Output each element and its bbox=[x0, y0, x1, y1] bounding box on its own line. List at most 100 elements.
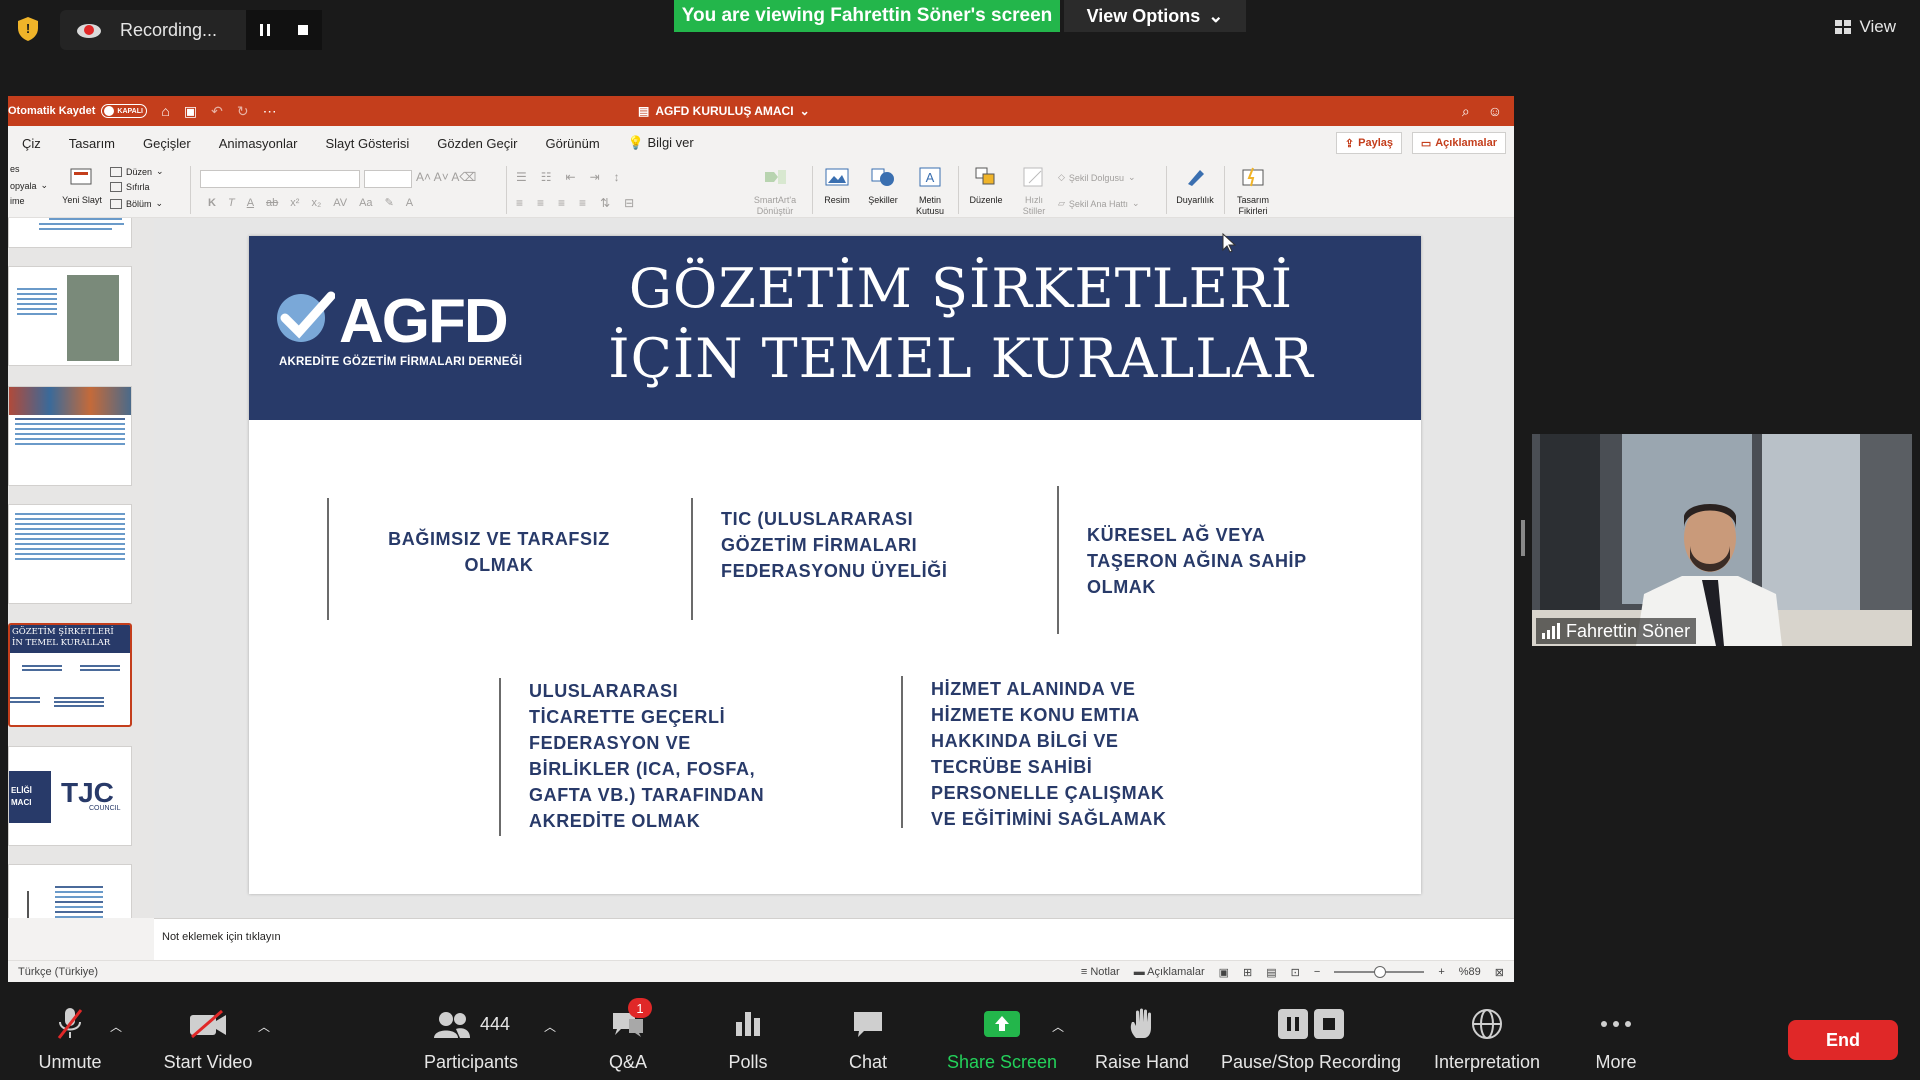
indent-icon[interactable]: ⇤ bbox=[566, 170, 576, 184]
align-center-icon[interactable]: ≡ bbox=[537, 196, 544, 210]
fit-to-window-icon[interactable]: ⊠ bbox=[1495, 966, 1504, 979]
interpretation-button[interactable]: Interpretation bbox=[1424, 1004, 1550, 1073]
normal-view-icon[interactable]: ▣ bbox=[1219, 966, 1229, 979]
slide-thumbnail[interactable]: ELİĞİ MACI TJC COUNCIL bbox=[8, 746, 132, 846]
tab-review[interactable]: Gözden Geçir bbox=[423, 136, 531, 151]
shape-fill-button[interactable]: ◇ Şekil Dolgusu ⌄ bbox=[1058, 172, 1136, 183]
home-icon[interactable]: ⌂ bbox=[161, 103, 169, 120]
numbering-icon[interactable]: ☷ bbox=[541, 170, 552, 184]
document-title[interactable]: ▤ AGFD KURULUŞ AMACI ⌄ bbox=[638, 96, 810, 126]
subscript-icon[interactable]: x₂ bbox=[311, 197, 321, 209]
justify-icon[interactable]: ≡ bbox=[579, 196, 586, 210]
end-meeting-button[interactable]: End bbox=[1788, 1020, 1898, 1060]
case-icon[interactable]: Aa bbox=[359, 197, 372, 209]
chat-button[interactable]: Chat bbox=[838, 1004, 898, 1073]
rule-item-4[interactable]: ULUSLARARASI TİCARETTE GEÇERLİ FEDERASYO… bbox=[529, 678, 829, 834]
copy-button[interactable]: opyala ⌄ bbox=[10, 180, 48, 191]
tab-slideshow[interactable]: Slayt Gösterisi bbox=[311, 136, 423, 151]
share-options-caret-icon[interactable]: ︿ bbox=[1052, 1018, 1064, 1035]
autosave-control[interactable]: Otomatik Kaydet KAPALI bbox=[8, 104, 148, 118]
slideshow-icon[interactable]: ⊡ bbox=[1291, 966, 1300, 979]
view-button[interactable]: View bbox=[1823, 10, 1908, 44]
slide-thumbnail[interactable] bbox=[8, 504, 132, 604]
underline-icon[interactable]: A bbox=[247, 197, 254, 209]
rule-item-1[interactable]: BAĞIMSIZ VE TARAFSIZ OLMAK bbox=[349, 526, 649, 578]
smartart-button[interactable]: SmartArt'a Dönüştür bbox=[744, 166, 806, 217]
new-slide-button[interactable]: Yeni Slayt bbox=[60, 166, 104, 206]
slide-sorter-icon[interactable]: ⊞ bbox=[1243, 966, 1252, 979]
design-ideas-button[interactable]: Tasarım Fikirleri bbox=[1230, 166, 1276, 217]
picture-button[interactable]: Resim bbox=[818, 166, 856, 206]
polls-button[interactable]: Polls bbox=[718, 1004, 778, 1073]
participants-caret-icon[interactable]: ︿ bbox=[544, 1018, 556, 1035]
italic-icon[interactable]: T bbox=[228, 197, 235, 209]
more-button[interactable]: More bbox=[1586, 1004, 1646, 1073]
zoom-in-icon[interactable]: + bbox=[1438, 966, 1444, 978]
video-options-caret-icon[interactable]: ︿ bbox=[258, 1018, 270, 1035]
tab-view[interactable]: Görünüm bbox=[531, 136, 613, 151]
char-spacing-icon[interactable]: AV bbox=[333, 197, 347, 209]
outdent-icon[interactable]: ⇥ bbox=[590, 170, 600, 184]
unmute-button[interactable]: Unmute bbox=[30, 1004, 110, 1073]
tab-help[interactable]: 💡 Bilgi ver bbox=[614, 135, 708, 151]
comments-toggle[interactable]: ▬ Açıklamalar bbox=[1134, 966, 1205, 978]
slide-thumbnail[interactable] bbox=[8, 386, 132, 486]
search-icon[interactable]: ⌕ bbox=[1462, 103, 1470, 120]
stop-recording-button[interactable] bbox=[284, 10, 322, 50]
audio-options-caret-icon[interactable]: ︿ bbox=[110, 1018, 122, 1035]
undo-icon[interactable]: ↶ bbox=[211, 103, 223, 120]
rule-item-5[interactable]: HİZMET ALANINDA VE HİZMETE KONU EMTIA HA… bbox=[931, 676, 1251, 832]
superscript-icon[interactable]: x² bbox=[290, 197, 299, 209]
align-text-icon[interactable]: ⊟ bbox=[624, 196, 634, 210]
shape-outline-button[interactable]: ▱ Şekil Ana Hattı ⌄ bbox=[1058, 198, 1140, 209]
notes-pane[interactable]: Not eklemek için tıklayın bbox=[154, 918, 1514, 960]
quick-styles-button[interactable]: Hızlı Stiller bbox=[1014, 166, 1054, 217]
raise-hand-button[interactable]: Raise Hand bbox=[1090, 1004, 1194, 1073]
strikethrough-icon[interactable]: ab bbox=[266, 197, 278, 209]
view-options-button[interactable]: View Options ⌄ bbox=[1064, 0, 1246, 32]
tab-draw[interactable]: Çiz bbox=[8, 136, 55, 151]
redo-icon[interactable]: ↻ bbox=[237, 103, 249, 120]
format-painter-button[interactable]: ime bbox=[10, 196, 25, 206]
share-button[interactable]: ⇪ Paylaş bbox=[1335, 132, 1402, 154]
font-name-select[interactable] bbox=[200, 170, 360, 188]
slide-thumbnail-selected[interactable]: GÖZETİM ŞİRKETLERİ İN TEMEL KURALLAR bbox=[8, 623, 132, 727]
font-color-icon[interactable]: A bbox=[406, 197, 413, 209]
participants-button[interactable]: 444 Participants bbox=[416, 1004, 526, 1073]
reading-view-icon[interactable]: ▤ bbox=[1266, 966, 1276, 979]
text-direction-icon[interactable]: ⇅ bbox=[600, 196, 610, 210]
more-icon[interactable]: ⋯ bbox=[263, 103, 277, 120]
line-spacing-icon[interactable]: ↕ bbox=[614, 170, 620, 184]
rule-item-3[interactable]: KÜRESEL AĞ VEYA TAŞERON AĞINA SAHİP OLMA… bbox=[1087, 522, 1387, 600]
slide-thumbnail[interactable] bbox=[8, 218, 132, 248]
bold-icon[interactable]: K bbox=[208, 197, 216, 209]
slide-thumbnail[interactable] bbox=[8, 266, 132, 366]
slide-canvas[interactable]: AGFD AKREDİTE GÖZETİM FİRMALARI DERNEĞİ … bbox=[154, 218, 1514, 918]
tab-transitions[interactable]: Geçişler bbox=[129, 136, 205, 151]
bullets-icon[interactable]: ☰ bbox=[516, 170, 527, 184]
align-right-icon[interactable]: ≡ bbox=[558, 196, 565, 210]
sensitivity-button[interactable]: Duyarlılık bbox=[1172, 166, 1218, 206]
slide-title[interactable]: GÖZETİM ŞİRKETLERİ İÇİN TEMEL KURALLAR bbox=[531, 254, 1391, 394]
layout-button[interactable]: Düzen ⌄ bbox=[110, 166, 164, 177]
start-video-button[interactable]: Start Video bbox=[156, 1004, 260, 1073]
font-grow-icon[interactable]: A˄ A˅ A⌫ bbox=[416, 170, 476, 184]
language-indicator[interactable]: Türkçe (Türkiye) bbox=[18, 966, 98, 978]
section-button[interactable]: Bölüm ⌄ bbox=[110, 198, 163, 209]
comments-button[interactable]: ▭ Açıklamalar bbox=[1411, 132, 1506, 154]
autosave-toggle[interactable]: KAPALI bbox=[101, 104, 148, 118]
zoom-slider[interactable] bbox=[1334, 966, 1425, 978]
shield-icon[interactable]: ! bbox=[16, 16, 40, 42]
resize-handle[interactable] bbox=[1521, 520, 1525, 556]
save-icon[interactable]: ▣ bbox=[184, 103, 197, 120]
reset-button[interactable]: Sıfırla bbox=[110, 182, 150, 192]
share-screen-button[interactable]: Share Screen bbox=[944, 1004, 1060, 1073]
font-size-select[interactable] bbox=[364, 170, 412, 188]
highlight-icon[interactable]: ✎ bbox=[385, 196, 394, 209]
rule-item-2[interactable]: TIC (ULUSLARARASI GÖZETİM FİRMALARI FEDE… bbox=[721, 506, 1021, 584]
slide-thumbnail[interactable]: TJC bbox=[8, 864, 132, 918]
notes-toggle[interactable]: ≡ Notlar bbox=[1081, 966, 1120, 978]
zoom-out-icon[interactable]: − bbox=[1314, 966, 1320, 978]
tab-design[interactable]: Tasarım bbox=[55, 136, 129, 151]
pause-recording-button[interactable] bbox=[246, 10, 284, 50]
